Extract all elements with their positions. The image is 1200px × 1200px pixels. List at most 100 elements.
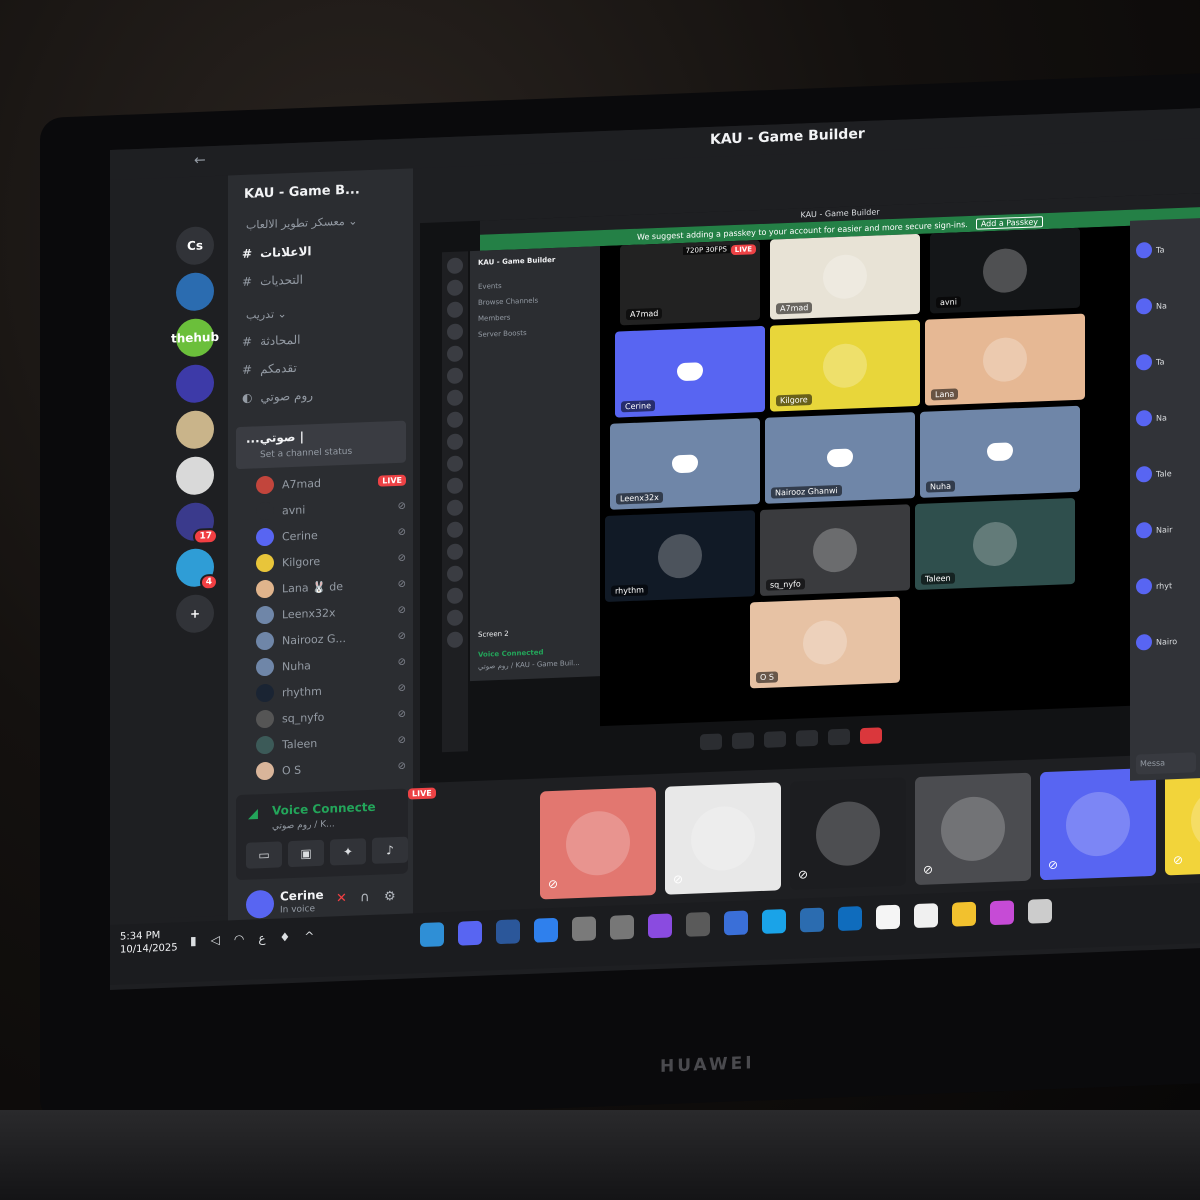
- add-passkey-button[interactable]: Add a Passkey: [975, 215, 1043, 230]
- back-icon[interactable]: ←: [194, 152, 206, 168]
- activity-icon[interactable]: ✦: [330, 838, 366, 866]
- server-icon[interactable]: [176, 272, 214, 312]
- server-icon[interactable]: 17: [176, 502, 218, 545]
- category-training[interactable]: تدريب ⌄: [246, 307, 287, 322]
- voice-member[interactable]: O S ⊘: [256, 757, 406, 781]
- voice-member[interactable]: rhythm ⊘: [256, 679, 406, 703]
- participant-tile[interactable]: ⊘: [540, 787, 656, 900]
- taskbar-app-icon[interactable]: [496, 919, 520, 945]
- server-name[interactable]: KAU - Game B...: [244, 182, 360, 201]
- participant-tile[interactable]: ⊘: [1040, 767, 1156, 881]
- activity-icon[interactable]: [796, 729, 818, 747]
- voice-member[interactable]: Lana 🐰 de ⊘: [256, 575, 406, 599]
- channel-progress[interactable]: # تقدمكم: [242, 357, 402, 377]
- taskbar-app-icon[interactable]: [952, 901, 976, 927]
- avatar[interactable]: [1136, 577, 1152, 595]
- voice-connected-subtitle[interactable]: روم صوتي / K...: [272, 819, 335, 831]
- mic-muted-icon[interactable]: ✕: [336, 891, 347, 906]
- taskbar-app-icon[interactable]: [724, 910, 748, 936]
- taskbar-app-icon[interactable]: [838, 906, 862, 932]
- wifi-icon[interactable]: ◠: [234, 932, 244, 946]
- participant-tile[interactable]: ⊘: [790, 777, 906, 890]
- participant-tile[interactable]: sq_nyfo: [760, 504, 910, 597]
- server-icon[interactable]: +: [176, 594, 214, 634]
- clock[interactable]: 5:34 PM 10/14/2025: [120, 928, 178, 956]
- participant-tile[interactable]: avni: [930, 227, 1080, 314]
- gear-icon[interactable]: ⚙: [384, 889, 396, 904]
- soundboard-icon[interactable]: ♪: [372, 836, 408, 864]
- avatar[interactable]: [1136, 633, 1152, 651]
- participant-tile[interactable]: A7mad: [770, 233, 920, 320]
- channel-voice-room[interactable]: ◐ روم صوتي: [242, 385, 402, 405]
- participant-tile[interactable]: Taleen: [915, 497, 1075, 591]
- participant-tile[interactable]: 720P 30FPS LIVE A7mad: [620, 240, 760, 326]
- voice-member[interactable]: Kilgore ⊘: [256, 549, 406, 573]
- end-call-button[interactable]: [860, 727, 882, 745]
- mic-icon[interactable]: ♦: [280, 930, 291, 944]
- avatar[interactable]: [1136, 241, 1152, 259]
- screenshare-icon[interactable]: [764, 731, 786, 748]
- battery-icon[interactable]: ▮: [190, 934, 197, 948]
- avatar[interactable]: [1136, 409, 1152, 427]
- language-indicator[interactable]: ع: [258, 931, 265, 945]
- participant-tile[interactable]: O S: [750, 596, 900, 689]
- server-icon[interactable]: [176, 456, 214, 496]
- voice-member[interactable]: A7mad LIVE: [256, 471, 406, 495]
- server-icon[interactable]: [176, 410, 214, 450]
- taskbar-app-icon[interactable]: [648, 913, 672, 939]
- server-icon[interactable]: [176, 364, 214, 404]
- channel-challenges[interactable]: # التحديات: [242, 269, 402, 289]
- channel-announcements[interactable]: # الاعلانات: [242, 241, 402, 261]
- more-icon[interactable]: [828, 728, 850, 746]
- screenshare-icon[interactable]: ▣: [288, 839, 324, 868]
- participant-tile[interactable]: Nairooz Ghanwi: [765, 412, 915, 504]
- taskbar-app-icon[interactable]: [572, 916, 596, 942]
- participant-tile[interactable]: Nuha: [920, 405, 1080, 498]
- avatar[interactable]: [1136, 465, 1152, 483]
- voice-member[interactable]: Cerine ⊘: [256, 523, 406, 547]
- participant-tile[interactable]: rhythm: [605, 510, 755, 602]
- voice-member[interactable]: Nuha ⊘: [256, 653, 406, 677]
- active-voice-channel[interactable]: ...صوتي | Set a channel status: [236, 420, 406, 470]
- category-game-camp[interactable]: معسكر تطوير الالعاب ⌄: [246, 214, 357, 231]
- server-icon[interactable]: 4: [176, 548, 218, 591]
- avatar[interactable]: [1136, 353, 1152, 371]
- taskbar-app-icon[interactable]: [458, 920, 482, 946]
- camera-off-icon[interactable]: ▭: [246, 841, 282, 869]
- voice-member[interactable]: avni ⊘: [256, 497, 406, 521]
- mic-icon[interactable]: [700, 733, 722, 751]
- chevron-up-icon[interactable]: ^: [304, 929, 314, 943]
- taskbar-app-icon[interactable]: [990, 900, 1014, 926]
- participant-tile[interactable]: ⊘: [915, 772, 1031, 886]
- avatar[interactable]: [246, 889, 274, 919]
- channel-chat[interactable]: # المحادثة: [242, 329, 402, 349]
- participant-tile[interactable]: ⊘: [1165, 763, 1200, 876]
- participant-tile[interactable]: Lana: [925, 313, 1085, 406]
- voice-member[interactable]: Nairooz G... ⊘: [256, 627, 406, 651]
- taskbar-app-icon[interactable]: [914, 903, 938, 929]
- taskbar-app-icon[interactable]: [686, 911, 710, 937]
- headphones-icon[interactable]: ∩: [360, 890, 370, 905]
- avatar[interactable]: [1136, 521, 1152, 539]
- screenshare-view[interactable]: KAU - Game Builder We suggest adding a p…: [420, 193, 1200, 784]
- voice-member[interactable]: Taleen ⊘: [256, 731, 406, 755]
- avatar[interactable]: [1136, 297, 1152, 315]
- voice-member[interactable]: Leenx32x ⊘: [256, 601, 406, 625]
- participant-tile[interactable]: Cerine: [615, 325, 765, 418]
- participant-tile[interactable]: Kilgore: [770, 319, 920, 412]
- camera-icon[interactable]: [732, 732, 754, 750]
- taskbar-app-icon[interactable]: [610, 914, 634, 940]
- taskbar-app-icon[interactable]: [534, 917, 558, 943]
- taskbar-app-icon[interactable]: [1028, 898, 1052, 924]
- taskbar-app-icon[interactable]: [762, 909, 786, 934]
- taskbar-app-icon[interactable]: [876, 904, 900, 930]
- taskbar-app-icon[interactable]: [420, 922, 444, 948]
- channel-status-link[interactable]: Set a channel status: [260, 447, 352, 461]
- taskbar-app-icon[interactable]: [800, 907, 824, 933]
- message-input[interactable]: Messa: [1136, 752, 1196, 775]
- server-icon[interactable]: thehub: [171, 318, 219, 358]
- participant-tile[interactable]: Leenx32x: [610, 418, 760, 510]
- participant-tile[interactable]: ⊘: [665, 782, 781, 895]
- volume-icon[interactable]: ◁: [211, 933, 220, 947]
- server-icon[interactable]: Cs: [176, 226, 214, 266]
